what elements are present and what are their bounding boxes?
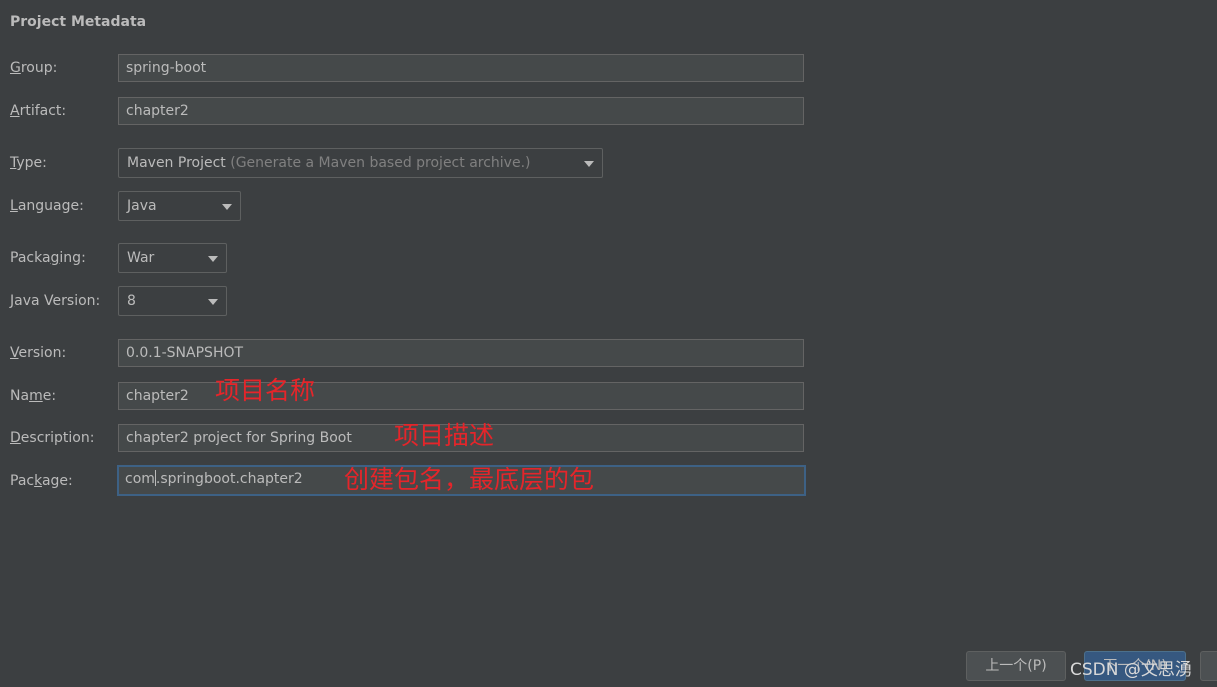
project-metadata-page: Project Metadata Group: spring-boot Arti…: [0, 0, 1217, 687]
artifact-label: Artifact:: [10, 103, 67, 119]
package-annotation: 创建包名，最底层的包: [344, 465, 595, 494]
description-annotation: 项目描述: [394, 421, 495, 450]
java-version-label: Java Version:: [10, 293, 101, 309]
type-dropdown[interactable]: Maven Project (Generate a Maven based pr…: [118, 148, 603, 178]
java-version-value: 8: [127, 293, 136, 309]
type-value: Maven Project: [127, 155, 226, 171]
chevron-down-icon: [584, 161, 594, 167]
type-hint: (Generate a Maven based project archive.…: [230, 155, 531, 171]
previous-button[interactable]: 上一个(P): [966, 651, 1066, 681]
artifact-value: chapter2: [126, 103, 189, 119]
chevron-down-icon: [222, 204, 232, 210]
packaging-dropdown[interactable]: War: [118, 243, 227, 273]
language-value: Java: [127, 198, 157, 214]
version-label: Version:: [10, 345, 67, 361]
description-label: Description:: [10, 430, 95, 446]
description-value: chapter2 project for Spring Boot: [126, 430, 352, 446]
package-value-after-caret: .springboot.chapter2: [155, 471, 303, 487]
group-label: Group:: [10, 60, 58, 76]
chevron-down-icon: [208, 256, 218, 262]
package-label: Package:: [10, 473, 73, 489]
version-input[interactable]: 0.0.1-SNAPSHOT: [118, 339, 804, 367]
java-version-dropdown[interactable]: 8: [118, 286, 227, 316]
language-dropdown[interactable]: Java: [118, 191, 241, 221]
group-input[interactable]: spring-boot: [118, 54, 804, 82]
packaging-value: War: [127, 250, 155, 266]
package-value-before-caret: com: [125, 471, 155, 487]
name-label: Name:: [10, 388, 57, 404]
chevron-down-icon: [208, 299, 218, 305]
section-title: Project Metadata: [10, 14, 147, 30]
version-value: 0.0.1-SNAPSHOT: [126, 345, 244, 361]
artifact-input[interactable]: chapter2: [118, 97, 804, 125]
type-label: Type:: [10, 155, 47, 171]
csdn-watermark: CSDN @文思湧: [1070, 660, 1192, 680]
name-annotation: 项目名称: [215, 376, 316, 405]
packaging-label: Packaging:: [10, 250, 86, 266]
group-value: spring-boot: [126, 60, 207, 76]
language-label: Language:: [10, 198, 84, 214]
name-value: chapter2: [126, 388, 189, 404]
cancel-button-partial[interactable]: [1200, 651, 1217, 681]
